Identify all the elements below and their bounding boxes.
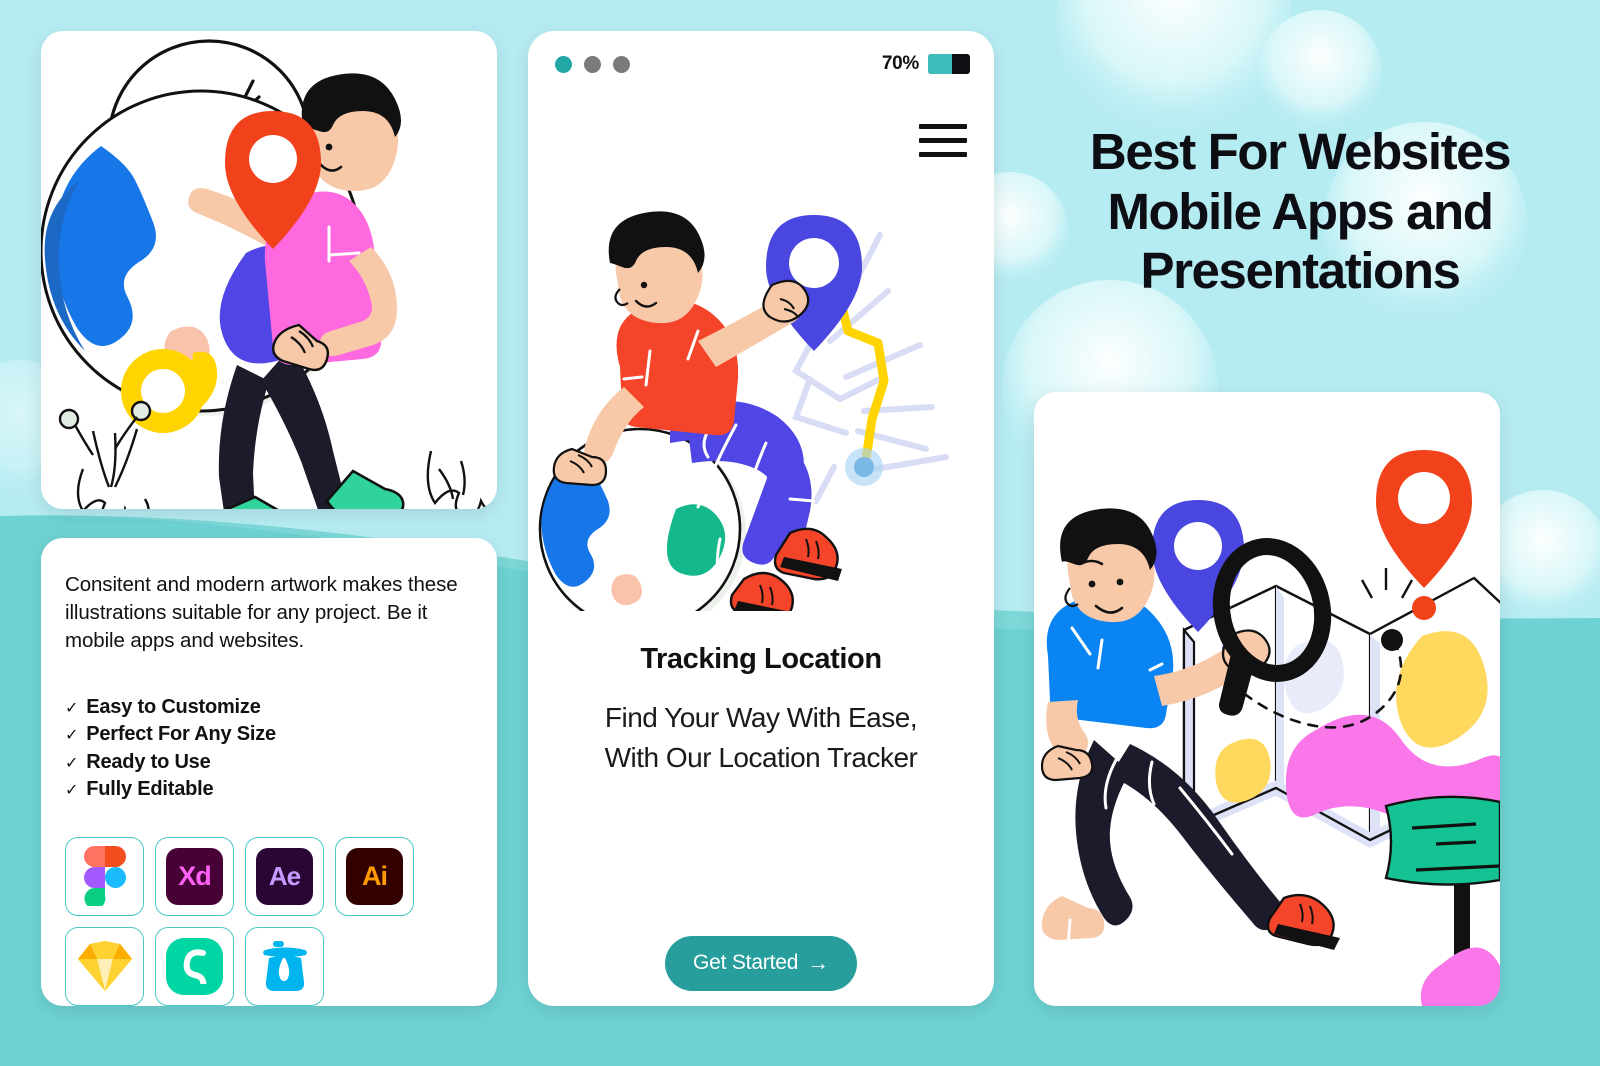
phone-copy: Tracking Location Find Your Way With Eas…	[528, 643, 994, 779]
phone-title: Tracking Location	[640, 643, 882, 675]
list-item-label: Perfect For Any Size	[86, 723, 276, 746]
illustrator-icon: Ai	[346, 847, 403, 905]
list-item: ✓ Ready to Use	[65, 749, 467, 776]
adobe-xd-icon: Xd	[166, 847, 223, 905]
illustration-card-globe	[41, 31, 497, 509]
features-card: Consitent and modern artwork makes these…	[41, 538, 497, 1006]
tool-sketch[interactable]	[65, 926, 144, 1006]
list-item: ✓ Fully Editable	[65, 776, 467, 803]
phone-subtitle: Find Your Way With Ease, With Our Locati…	[528, 698, 994, 779]
list-item: ✓ Easy to Customize	[65, 694, 467, 721]
window-dots	[555, 55, 630, 73]
headline-line-3: Presentations	[1140, 242, 1460, 300]
tool-adobe-xd[interactable]: Xd	[155, 836, 234, 916]
person-with-magnifier-map-illustration	[1040, 450, 1500, 1006]
decorative-plant-left	[58, 400, 152, 509]
check-icon: ✓	[65, 727, 79, 745]
dot-inactive[interactable]	[584, 55, 601, 73]
tool-invision-studio[interactable]	[155, 926, 234, 1006]
phone-illustration	[528, 181, 994, 635]
list-item-label: Ready to Use	[86, 750, 211, 773]
after-effects-icon: Ae	[256, 847, 313, 905]
battery-status: 70%	[882, 53, 970, 75]
check-icon: ✓	[65, 754, 79, 772]
features-list: ✓ Easy to Customize ✓ Perfect For Any Si…	[65, 694, 467, 803]
phone-status-bar: 70%	[528, 31, 994, 97]
figma-icon	[83, 846, 126, 907]
battery-percent-label: 70%	[881, 53, 919, 74]
arrow-right-icon: →	[807, 950, 830, 975]
check-icon: ✓	[65, 700, 79, 718]
tool-figma[interactable]	[65, 836, 144, 916]
tool-icons-grid: Xd Ae Ai	[65, 836, 425, 1006]
battery-icon	[928, 54, 970, 74]
list-item: ✓ Perfect For Any Size	[65, 721, 467, 748]
tool-after-effects[interactable]: Ae	[245, 836, 324, 916]
check-icon: ✓	[65, 781, 79, 799]
hamburger-icon[interactable]	[919, 124, 967, 157]
list-item-label: Fully Editable	[86, 777, 214, 800]
get-started-label: Get Started	[692, 951, 799, 974]
phone-mockup-card: 70% Tracking Location Find Your Way With…	[528, 31, 994, 1006]
tool-lottiefiles[interactable]	[245, 926, 324, 1006]
features-paragraph: Consitent and modern artwork makes these…	[65, 573, 458, 653]
headline-line-1: Best For Websites	[1089, 123, 1512, 180]
illustration-card-map	[1034, 392, 1500, 1006]
decorative-plant-right	[426, 450, 489, 509]
dot-active[interactable]	[555, 55, 572, 73]
page-title: Best For Websites Mobile Apps and Presen…	[1014, 122, 1586, 301]
tool-illustrator[interactable]: Ai	[335, 836, 414, 916]
dot-inactive[interactable]	[613, 55, 630, 73]
sketch-icon	[77, 941, 132, 992]
lottiefiles-icon	[262, 941, 307, 992]
person-holding-globe-illustration	[41, 39, 489, 509]
invision-studio-icon	[166, 937, 223, 995]
phone-subtitle-line-1: Find Your Way With Ease,	[604, 702, 918, 733]
get-started-button[interactable]: Get Started →	[664, 936, 858, 991]
headline-line-2: Mobile Apps and	[1107, 182, 1494, 240]
list-item-label: Easy to Customize	[86, 696, 261, 719]
phone-subtitle-line-2: With Our Location Tracker	[604, 742, 918, 774]
